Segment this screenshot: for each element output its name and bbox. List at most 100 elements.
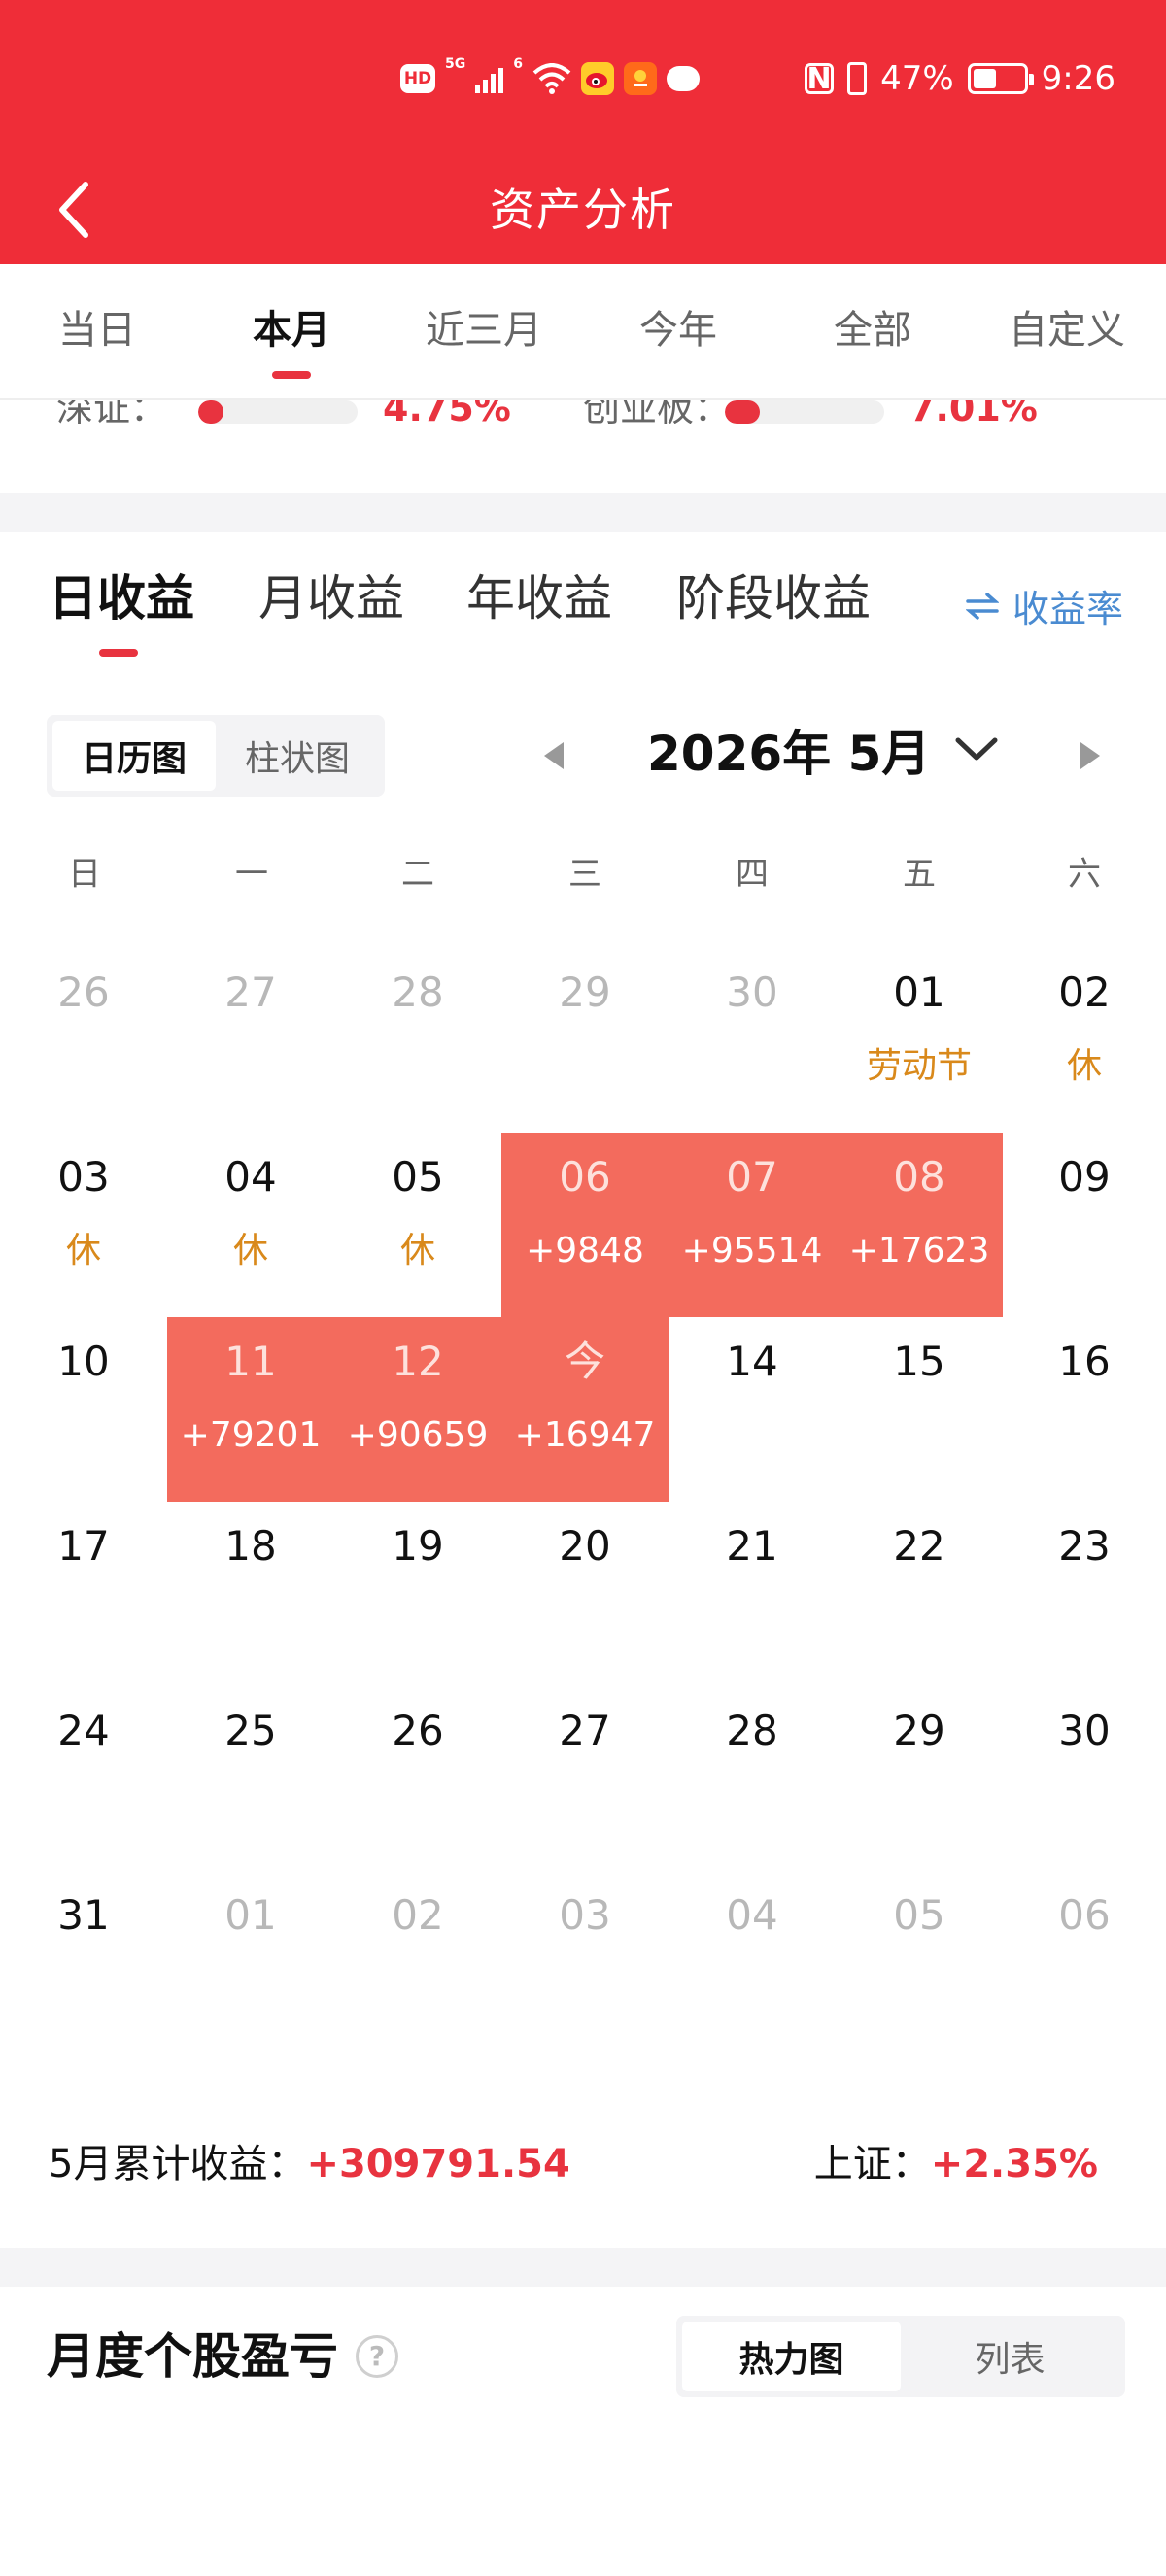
calendar-day[interactable]: 11 +79201 [167, 1317, 334, 1502]
calendar-day[interactable]: 05 [836, 1871, 1003, 2055]
calendar-view-option[interactable]: 日历图 [52, 721, 216, 791]
calendar-day[interactable]: 22 [836, 1502, 1003, 1686]
net-5g-label: 5G [445, 56, 466, 72]
day-number: 01 [224, 1891, 277, 1939]
calendar-day[interactable]: 20 [501, 1502, 669, 1686]
list-option[interactable]: 列表 [901, 2322, 1119, 2391]
battery-icon [967, 63, 1034, 94]
tab-three-months[interactable]: 近三月 [387, 303, 581, 357]
bar-view-option[interactable]: 柱状图 [216, 721, 379, 791]
calendar-day[interactable]: 30 [1003, 1686, 1166, 1871]
calendar-day[interactable]: 30 [669, 948, 836, 1133]
tab-daily-income[interactable]: 日收益 [49, 563, 194, 657]
calendar-day[interactable]: 15 [836, 1317, 1003, 1502]
index-change: 上证：+2.35% [814, 2133, 1098, 2195]
rate-toggle-label: 收益率 [1012, 588, 1123, 630]
calendar-day[interactable]: 28 [669, 1686, 836, 1871]
chevron-down-icon[interactable] [952, 730, 1001, 769]
tab-monthly-income[interactable]: 月收益 [258, 563, 404, 633]
message-icon [666, 66, 700, 91]
calendar-day[interactable]: 23 [1003, 1502, 1166, 1686]
weibo-icon [580, 62, 614, 95]
calendar-day[interactable]: 06 +9848 [501, 1133, 669, 1317]
calendar-day[interactable]: 24 [0, 1686, 167, 1871]
day-number: 16 [1058, 1338, 1111, 1385]
calendar-day[interactable]: 04 休 [167, 1133, 334, 1317]
calendar-day[interactable]: 26 [0, 948, 167, 1133]
day-number: 03 [57, 1153, 110, 1201]
calendar-day[interactable]: 02 休 [1003, 948, 1166, 1133]
day-number: 25 [224, 1707, 277, 1754]
calendar-day[interactable]: 12 +90659 [334, 1317, 501, 1502]
tab-this-month[interactable]: 本月 [194, 303, 389, 379]
day-note: 休 [399, 1231, 435, 1271]
calendar-day[interactable]: 03 休 [0, 1133, 167, 1317]
calendar-day[interactable]: 25 [167, 1686, 334, 1871]
index-label: 上证： [813, 2142, 931, 2186]
day-number: 19 [392, 1522, 444, 1570]
net-6-label: 6 [513, 56, 523, 72]
calendar-day[interactable]: 07 +95514 [669, 1133, 836, 1317]
calendar-day[interactable]: 今 +16947 [501, 1317, 669, 1502]
calendar-day[interactable]: 01 劳动节 [836, 948, 1003, 1133]
weekday-fri: 五 [903, 855, 936, 894]
day-number: 31 [57, 1891, 110, 1939]
calendar-day[interactable]: 16 [1003, 1317, 1166, 1502]
heatmap-option[interactable]: 热力图 [682, 2322, 901, 2391]
prev-month-icon[interactable] [544, 742, 564, 769]
calendar-day[interactable]: 26 [334, 1686, 501, 1871]
month-label[interactable]: 2026年 5月 [647, 723, 930, 785]
calendar-day[interactable]: 19 [334, 1502, 501, 1686]
weekday-mon: 一 [235, 855, 268, 894]
status-right: N 47% 9:26 [805, 54, 1115, 103]
weekday-tue: 二 [401, 855, 434, 894]
calendar-day[interactable]: 08 +17623 [836, 1133, 1003, 1317]
calendar-day[interactable]: 17 [0, 1502, 167, 1686]
day-profit: +9848 [526, 1231, 644, 1271]
rate-toggle-button[interactable]: 收益率 [965, 579, 1123, 632]
tab-all[interactable]: 全部 [775, 303, 970, 357]
calendar-day[interactable]: 21 [669, 1502, 836, 1686]
day-number: 11 [224, 1338, 277, 1385]
weekday-header: 日 一 二 三 四 五 六 [0, 835, 1166, 913]
help-icon[interactable]: ? [356, 2335, 398, 2378]
day-number: 23 [1058, 1522, 1111, 1570]
calendar-day[interactable]: 18 [167, 1502, 334, 1686]
calendar-day[interactable]: 06 [1003, 1871, 1166, 2055]
calendar-day[interactable]: 29 [501, 948, 669, 1133]
calendar-day[interactable]: 14 [669, 1317, 836, 1502]
calendar-day[interactable]: 05 休 [334, 1133, 501, 1317]
battery-percent: 47% [880, 59, 954, 98]
calendar-day[interactable]: 27 [501, 1686, 669, 1871]
tab-period-income[interactable]: 阶段收益 [676, 563, 871, 633]
day-number: 02 [1058, 968, 1111, 1016]
tab-custom[interactable]: 自定义 [970, 303, 1164, 357]
calendar-day[interactable]: 10 [0, 1317, 167, 1502]
tab-today[interactable]: 当日 [0, 303, 194, 357]
clock: 9:26 [1041, 59, 1115, 98]
calendar-day[interactable]: 29 [836, 1686, 1003, 1871]
day-number: 28 [726, 1707, 778, 1754]
period-tabs: 当日 本月 近三月 今年 全部 自定义 [0, 264, 1166, 400]
month-navigator: 2026年 5月 [525, 709, 1127, 802]
calendar-day[interactable]: 04 [669, 1871, 836, 2055]
day-profit: +90659 [347, 1415, 489, 1455]
section-divider-2 [0, 2248, 1166, 2287]
calendar-day[interactable]: 09 [1003, 1133, 1166, 1317]
tab-yearly-income[interactable]: 年收益 [466, 563, 612, 633]
swap-icon [965, 592, 999, 620]
calendar-day[interactable]: 01 [167, 1871, 334, 2055]
day-number: 29 [893, 1707, 945, 1754]
tab-this-year[interactable]: 今年 [581, 303, 775, 357]
income-tabs: 日收益 月收益 年收益 阶段收益 收益率 [0, 532, 1166, 668]
day-profit: +16947 [514, 1415, 656, 1455]
next-month-icon[interactable] [1080, 742, 1100, 769]
calendar-day[interactable]: 03 [501, 1871, 669, 2055]
day-number: 21 [726, 1522, 778, 1570]
day-number: 10 [57, 1338, 110, 1385]
day-number: 05 [392, 1153, 444, 1201]
calendar-day[interactable]: 28 [334, 948, 501, 1133]
calendar-day[interactable]: 02 [334, 1871, 501, 2055]
calendar-day[interactable]: 31 [0, 1871, 167, 2055]
calendar-day[interactable]: 27 [167, 948, 334, 1133]
